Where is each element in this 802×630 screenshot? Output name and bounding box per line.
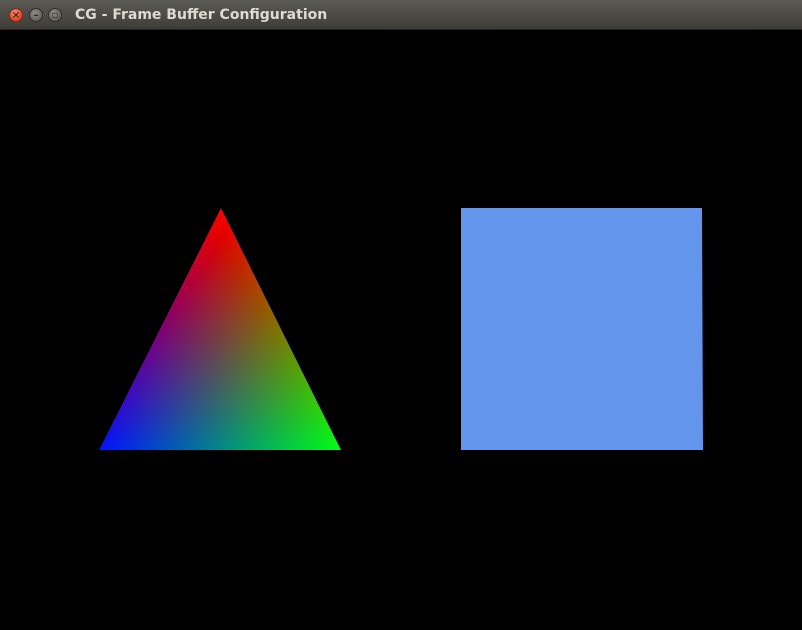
triangle-blue-component xyxy=(99,208,341,450)
minimize-icon[interactable]: – xyxy=(29,8,43,22)
close-icon[interactable]: × xyxy=(9,8,23,22)
title-bar[interactable]: × – ▫ CG - Frame Buffer Configuration xyxy=(0,0,802,30)
rgb-triangle xyxy=(99,208,341,450)
blue-square xyxy=(461,208,703,450)
scene-svg xyxy=(99,208,703,450)
render-canvas[interactable] xyxy=(0,30,802,630)
app-window: × – ▫ CG - Frame Buffer Configuration xyxy=(0,0,802,630)
maximize-icon[interactable]: ▫ xyxy=(48,8,62,22)
window-title: CG - Frame Buffer Configuration xyxy=(75,7,328,23)
